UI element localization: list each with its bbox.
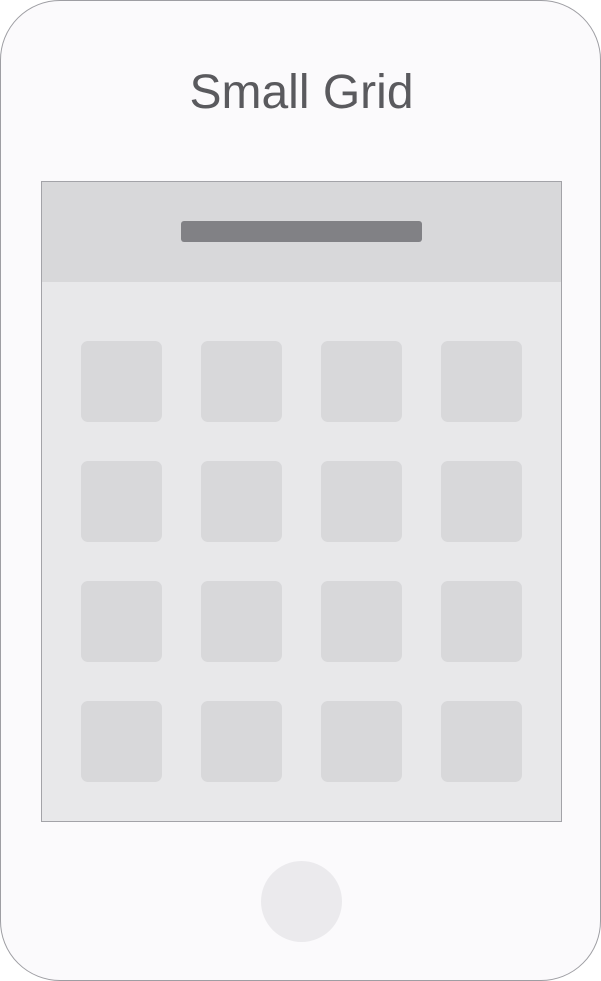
grid-tile[interactable] bbox=[441, 341, 522, 422]
grid-tile[interactable] bbox=[201, 461, 282, 542]
grid-tile[interactable] bbox=[201, 581, 282, 662]
grid-tile[interactable] bbox=[441, 461, 522, 542]
grid-tile[interactable] bbox=[81, 341, 162, 422]
grid-tile[interactable] bbox=[321, 701, 402, 782]
screen-header bbox=[42, 182, 561, 282]
grid-tile[interactable] bbox=[441, 701, 522, 782]
grid-tile[interactable] bbox=[81, 461, 162, 542]
home-button[interactable] bbox=[261, 861, 342, 942]
grid-tile[interactable] bbox=[201, 341, 282, 422]
grid-tile[interactable] bbox=[201, 701, 282, 782]
grid-tile[interactable] bbox=[321, 461, 402, 542]
grid-tile[interactable] bbox=[321, 581, 402, 662]
grid-tile[interactable] bbox=[81, 701, 162, 782]
grid-tile[interactable] bbox=[321, 341, 402, 422]
phone-frame: Small Grid bbox=[0, 0, 601, 981]
phone-screen bbox=[41, 181, 562, 822]
grid-tile[interactable] bbox=[441, 581, 522, 662]
header-title-placeholder bbox=[181, 221, 422, 242]
grid-tile[interactable] bbox=[81, 581, 162, 662]
small-grid bbox=[81, 341, 522, 782]
page-title: Small Grid bbox=[189, 66, 414, 119]
